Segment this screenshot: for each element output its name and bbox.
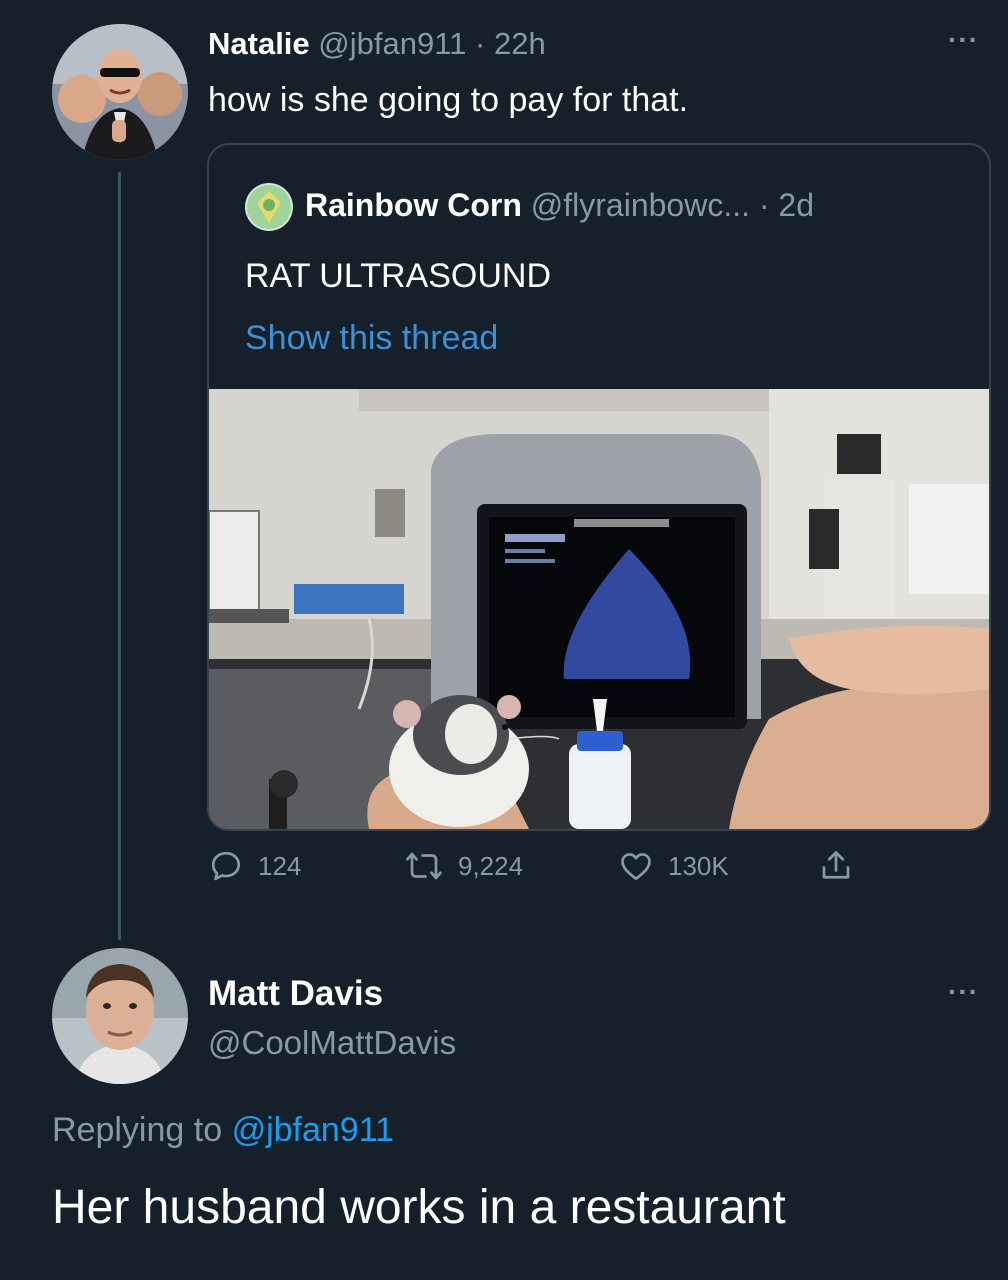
like-count: 130K	[668, 850, 729, 881]
quoted-author-handle: @flyrainbowc...	[530, 187, 750, 223]
ellipsis-icon: ···	[948, 976, 979, 1007]
like-button[interactable]: 130K	[618, 848, 729, 884]
parent-author-line: Natalie @jbfan911 · 22h	[208, 24, 546, 64]
thread-connector-line	[118, 172, 121, 940]
rat-ultrasound-photo	[209, 389, 989, 829]
show-thread-link[interactable]: Show this thread	[245, 317, 498, 359]
replying-to-line: Replying to @jbfan911	[52, 1108, 394, 1152]
quoted-timestamp: · 2d	[758, 187, 815, 223]
retweet-count: 9,224	[458, 850, 524, 881]
parent-tweet-text: how is she going to pay for that.	[208, 81, 689, 119]
quoted-author-line: Rainbow Corn @flyrainbowc... · 2d	[305, 185, 814, 225]
reply-count: 124	[258, 850, 302, 881]
quoted-tweet-image[interactable]	[209, 389, 989, 829]
retweet-arrows-icon	[406, 852, 442, 880]
avatar-photo	[52, 24, 188, 160]
matt-davis-avatar[interactable]	[52, 948, 188, 1084]
avatar-photo	[52, 948, 188, 1084]
retweet-button[interactable]: 9,224	[404, 848, 523, 884]
reply-author-handle[interactable]: @CoolMattDavis	[208, 1022, 456, 1064]
ellipsis-icon: ···	[948, 24, 979, 55]
reply-button[interactable]: 124	[208, 848, 301, 884]
reply-tweet-text: Her husband works in a restaurant	[52, 1181, 786, 1234]
parent-author-name[interactable]: Natalie	[208, 26, 310, 61]
share-button[interactable]	[818, 848, 854, 884]
natalie-avatar[interactable]	[52, 24, 188, 160]
heart-icon	[621, 853, 651, 881]
parent-author-handle[interactable]: @jbfan911	[318, 26, 466, 61]
avatar-photo	[245, 183, 293, 231]
comment-bubble-icon	[211, 851, 241, 881]
share-upload-icon	[822, 851, 850, 879]
replying-to-prefix: Replying to	[52, 1111, 223, 1149]
quoted-tweet-text: RAT ULTRASOUND	[245, 257, 552, 295]
parent-more-button[interactable]: ···	[948, 24, 979, 56]
replying-to-handle[interactable]: @jbfan911	[232, 1111, 394, 1149]
quoted-author-name: Rainbow Corn	[305, 187, 522, 223]
quoted-tweet-card[interactable]: Rainbow Corn @flyrainbowc... · 2d RAT UL…	[207, 143, 991, 831]
reply-more-button[interactable]: ···	[948, 976, 979, 1008]
rainbow-corn-avatar	[245, 183, 293, 231]
parent-timestamp[interactable]: · 22h	[475, 26, 546, 61]
reply-author-name[interactable]: Matt Davis	[208, 972, 383, 1016]
